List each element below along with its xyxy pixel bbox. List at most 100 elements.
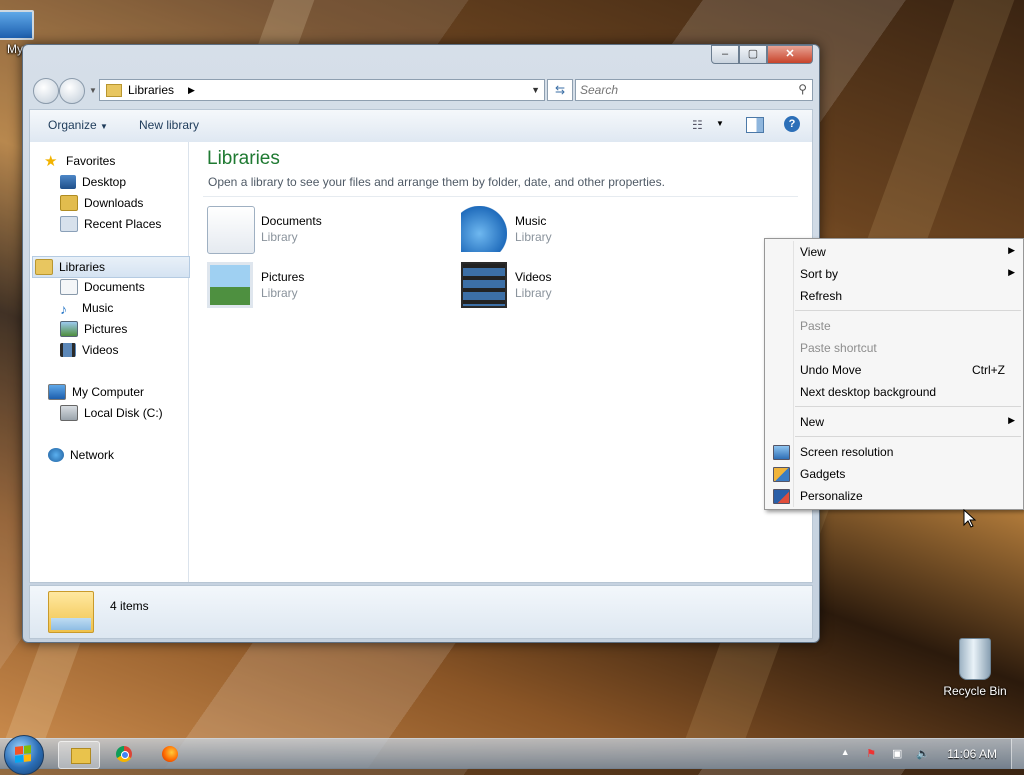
library-type: Library [261,230,298,244]
nav-label: Recent Places [84,217,162,231]
library-item-pictures[interactable]: Pictures Library [207,262,437,312]
menu-item-next-desktop-background[interactable]: Next desktop background [767,381,1021,403]
network-icon [48,448,64,462]
menu-item-view[interactable]: View ▶ [767,241,1021,263]
desktop-icon-label: My [7,42,23,56]
new-library-button[interactable]: New library [139,118,199,132]
menu-item-label: Refresh [800,289,843,303]
libraries-icon [35,259,53,275]
library-name: Documents [261,214,322,228]
personalize-icon [773,489,790,504]
menu-item-label: Gadgets [800,467,846,481]
close-button[interactable]: ✕ [767,45,813,64]
nav-label: Favorites [66,154,116,168]
documents-library-icon [207,206,255,254]
taskbar-explorer-button[interactable] [58,741,100,769]
library-item-documents[interactable]: Documents Library [207,206,437,256]
menu-item-undo-move[interactable]: Undo Move Ctrl+Z [767,359,1021,381]
nav-label: Videos [82,343,119,357]
show-desktop-button[interactable] [1011,739,1024,769]
nav-label: Pictures [84,322,128,336]
library-item-music[interactable]: Music Library [461,206,691,256]
help-icon[interactable]: ? [784,116,800,132]
music-library-icon [461,206,507,252]
library-type: Library [515,230,552,244]
address-row: ▼ Libraries ▶ ▼ ⇆ ⚲ [29,77,813,104]
menu-item-sort-by[interactable]: Sort by ▶ [767,263,1021,285]
desktop-icon-recycle-bin[interactable]: Recycle Bin [940,638,1010,698]
menu-item-new[interactable]: New ▶ [767,411,1021,433]
menu-item-personalize[interactable]: Personalize [767,485,1021,507]
address-dropdown-icon[interactable]: ▼ [531,85,540,95]
maximize-button[interactable]: ▢ [739,45,767,64]
organize-label: Organize [48,118,97,132]
submenu-arrow-icon: ▶ [1008,415,1015,425]
refresh-button[interactable]: ⇆ [547,79,573,101]
forward-button[interactable] [59,78,85,104]
computer-icon [48,384,66,400]
menu-item-label: Next desktop background [800,385,937,399]
page-title: Libraries [207,148,280,169]
nav-my-computer[interactable]: My Computer [48,382,204,402]
menu-item-paste-shortcut: Paste shortcut [767,337,1021,359]
menu-item-label: View [800,245,826,259]
command-bar: Organize ▼ New library ☷ ▼ ? [29,109,813,143]
action-center-flag-icon[interactable]: ⚑ [863,747,879,761]
taskbar-chrome-button[interactable] [104,741,144,767]
videos-icon [60,343,76,357]
explorer-content: ★ Favorites Desktop Downloads Recent Pla… [29,142,813,583]
recent-places-icon [60,216,78,232]
taskbar-firefox-button[interactable] [150,741,190,767]
menu-item-label: Paste [800,319,831,333]
network-tray-icon[interactable]: ▣ [889,747,905,761]
nav-favorites[interactable]: ★ Favorites [44,151,200,171]
nav-label: Downloads [84,196,144,210]
notification-area: ▲ ⚑ ▣ 🔈 11:06 AM [837,739,1024,769]
address-bar[interactable]: Libraries ▶ ▼ [99,79,545,101]
divider [203,196,798,197]
desktop-context-menu: View ▶ Sort by ▶ Refresh Paste Paste sho… [764,238,1024,510]
breadcrumb-chevron-icon[interactable]: ▶ [188,85,195,96]
library-name: Videos [515,270,552,284]
clock[interactable]: 11:06 AM [947,747,997,761]
back-button[interactable] [33,78,59,104]
view-dropdown-icon[interactable]: ▼ [716,119,724,128]
organize-button[interactable]: Organize ▼ [48,118,108,132]
menu-item-screen-resolution[interactable]: Screen resolution [767,441,1021,463]
chevron-down-icon: ▼ [100,122,108,131]
submenu-arrow-icon: ▶ [1008,267,1015,277]
volume-icon[interactable]: 🔈 [915,747,931,761]
search-input[interactable] [576,80,782,100]
breadcrumb-libraries[interactable]: Libraries [128,83,174,97]
star-icon: ★ [44,153,58,170]
item-count: 4 items [110,599,149,613]
firefox-icon [162,746,178,762]
start-button[interactable] [4,735,44,775]
show-hidden-icons-chevron-icon[interactable]: ▲ [837,747,853,761]
library-view: Libraries Open a library to see your fil… [189,142,812,582]
nav-network[interactable]: Network [48,445,204,465]
music-note-icon: ♪ [60,301,67,317]
menu-item-refresh[interactable]: Refresh [767,285,1021,307]
search-icon[interactable]: ⚲ [798,82,807,96]
recent-pages-dropdown[interactable]: ▼ [89,86,97,95]
minimize-button[interactable]: – [711,45,739,64]
library-name: Music [515,214,547,228]
page-subtitle: Open a library to see your files and arr… [208,175,665,189]
menu-item-paste: Paste [767,315,1021,337]
menu-item-gadgets[interactable]: Gadgets [767,463,1021,485]
mouse-pointer-icon [963,509,977,528]
explorer-window: – ▢ ✕ ▼ Libraries ▶ ▼ ⇆ ⚲ Organize ▼ New… [22,44,820,643]
nav-label: Network [70,448,115,462]
libraries-folder-icon [106,83,122,97]
preview-pane-icon[interactable] [746,117,764,133]
menu-item-label: Undo Move [800,363,862,377]
library-item-videos[interactable]: Videos Library [461,262,691,312]
nav-libraries[interactable]: Libraries [32,256,190,278]
library-type: Library [261,286,298,300]
screen-resolution-icon [773,445,790,460]
nav-label: Music [82,301,114,315]
menu-item-shortcut: Ctrl+Z [972,363,1005,377]
windows-logo-icon [15,745,31,763]
change-view-icon[interactable]: ☷ [692,118,703,132]
